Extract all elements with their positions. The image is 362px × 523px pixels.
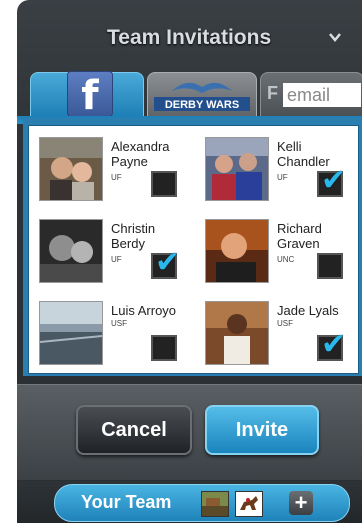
invite-checkbox[interactable]: [317, 327, 346, 362]
tab-derby-wars[interactable]: DERBY WARS: [147, 72, 257, 118]
page-title: Team Invitations: [107, 26, 272, 49]
your-team-button[interactable]: Your Team +: [54, 484, 350, 522]
friend-luis-arroyo[interactable]: Luis Arroyo USF: [39, 301, 199, 381]
facebook-icon: f: [67, 71, 113, 119]
avatar: [39, 137, 103, 201]
header: Team Invitations: [17, 0, 362, 72]
friend-name: Richard Graven: [277, 221, 322, 251]
avatar: [205, 219, 269, 283]
friend-school: UF: [111, 173, 122, 182]
avatar: [205, 137, 269, 201]
friend-richard-graven[interactable]: Richard Graven UNC: [205, 219, 362, 299]
tab-facebook[interactable]: f: [30, 71, 144, 119]
invite-checkbox[interactable]: [151, 335, 177, 361]
friend-name: Luis Arroyo: [111, 303, 177, 318]
friend-school: UNC: [277, 255, 295, 264]
friend-school: UF: [111, 255, 122, 264]
friend-alexandra-payne[interactable]: Alexandra Payne UF: [39, 137, 199, 217]
chevron-down-icon[interactable]: [327, 29, 343, 45]
cancel-button[interactable]: Cancel: [76, 405, 192, 455]
friend-name: Alexandra Payne: [111, 139, 170, 169]
invite-checkbox[interactable]: [317, 253, 343, 279]
add-team-button[interactable]: +: [289, 491, 313, 515]
team-thumbnail: [201, 491, 229, 517]
avatar: [205, 301, 269, 365]
derby-wars-label: DERBY WARS: [165, 99, 239, 111]
tab-email[interactable]: F email: [260, 72, 362, 118]
friend-school: USF: [111, 319, 127, 328]
friends-grid: Alexandra Payne UF Kelli Chandler UF ✔ C…: [28, 125, 359, 374]
friend-christin-berdy[interactable]: Christin Berdy UF: [39, 219, 199, 299]
friend-name: Jade Lyals: [277, 303, 339, 318]
avatar: [39, 219, 103, 283]
email-field[interactable]: email: [283, 83, 361, 107]
team-invitations-panel: Team Invitations f DERBY WARS F email Al…: [17, 0, 362, 523]
invite-checkbox[interactable]: [151, 171, 177, 197]
your-team-label: Your Team: [81, 492, 172, 512]
tab-email-letter: F: [267, 83, 278, 103]
derby-wars-logo: DERBY WARS: [154, 82, 250, 111]
invite-button[interactable]: Invite: [205, 405, 319, 455]
horse-icon: [235, 491, 263, 517]
avatar: [39, 301, 103, 365]
friend-kelli-chandler[interactable]: Kelli Chandler UF: [205, 137, 362, 217]
friend-school: UF: [277, 173, 288, 182]
invite-checkbox[interactable]: [317, 163, 346, 198]
friend-school: USF: [277, 319, 293, 328]
friend-jade-lyals[interactable]: Jade Lyals USF: [205, 301, 362, 381]
invite-checkbox[interactable]: [151, 245, 180, 280]
